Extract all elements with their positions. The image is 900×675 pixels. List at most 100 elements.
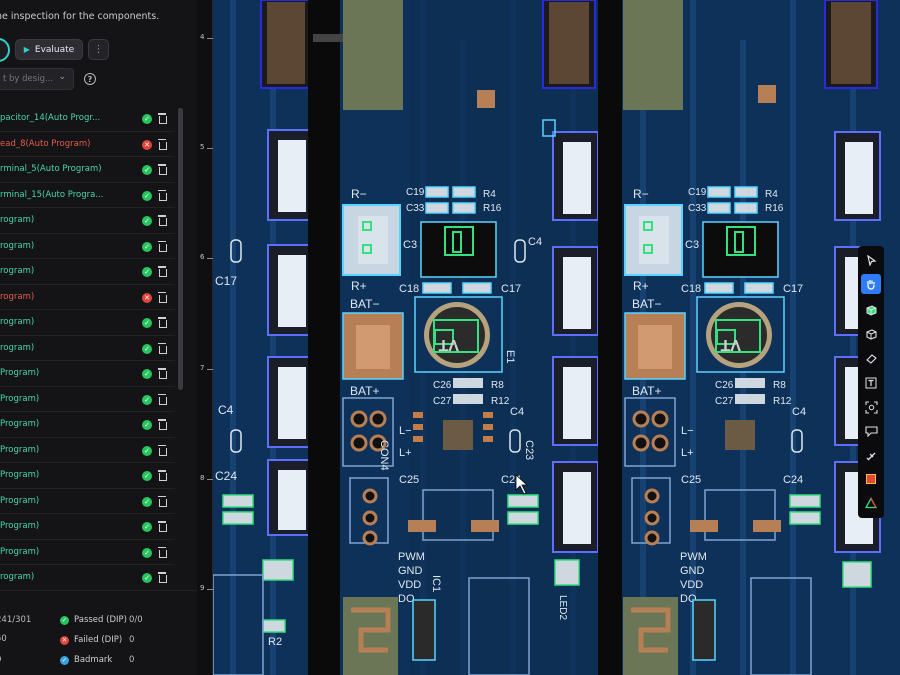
trash-icon[interactable] — [158, 189, 167, 201]
component-row[interactable]: rogram) ✕ — [0, 285, 175, 310]
component-name: Program) — [0, 521, 40, 532]
trash-icon[interactable] — [158, 419, 167, 430]
list-scrollbar[interactable] — [178, 108, 183, 390]
eraser-icon[interactable] — [861, 348, 881, 368]
pass-icon: ✓ — [142, 547, 152, 558]
svg-text:C33: C33 — [406, 203, 425, 214]
svg-text:C26: C26 — [715, 380, 734, 391]
svg-text:BAT−: BAT− — [632, 297, 661, 311]
component-name: Program) — [0, 444, 40, 455]
component-row[interactable]: Program) ✓ — [0, 361, 175, 387]
trash-icon[interactable] — [158, 444, 167, 456]
triangle-icon[interactable] — [861, 493, 881, 513]
component-name: rogram) — [0, 291, 35, 302]
trash-icon[interactable] — [158, 546, 167, 558]
run-toggle-button[interactable] — [0, 38, 10, 62]
text-icon[interactable] — [861, 373, 881, 393]
pcb-canvas[interactable]: C17 C24 C4 R2 R− R+ BAT− BAT+ C3 C19 C33… — [213, 0, 900, 675]
svg-text:IC1: IC1 — [430, 575, 442, 592]
component-row[interactable]: ead_8(Auto Program) ✕ — [0, 132, 175, 157]
component-row[interactable]: Program) ✓ — [0, 412, 175, 438]
pass-icon: ✓ — [142, 496, 152, 507]
pass-icon: ✓ — [142, 369, 152, 379]
trash-icon[interactable] — [158, 266, 167, 277]
component-name: rogram) — [0, 342, 35, 353]
cursor-icon[interactable] — [861, 250, 881, 270]
chevron-down-icon: ⌄ — [58, 72, 66, 82]
component-row[interactable]: rogram) ✓ — [0, 208, 175, 234]
more-options-button[interactable]: ⋮ — [88, 39, 109, 60]
trash-icon[interactable] — [158, 138, 167, 150]
component-name: rogram) — [0, 266, 35, 277]
trash-icon[interactable] — [158, 495, 167, 507]
ruler-tick-label: 7 — [200, 364, 205, 372]
component-row[interactable]: rogram) ✓ — [0, 565, 175, 591]
component-row[interactable]: rminal_15(Auto Progra... ✓ — [0, 183, 175, 208]
trash-icon[interactable] — [158, 342, 167, 354]
evaluate-button[interactable]: ▶ Evaluate — [15, 39, 83, 60]
trash-icon[interactable] — [158, 164, 167, 175]
svg-text:C23: C23 — [523, 440, 535, 460]
sort-select[interactable]: t by desig... ⌄ — [0, 68, 74, 90]
component-name: rminal_5(Auto Program) — [0, 164, 102, 175]
component-row[interactable]: Program) ✓ — [0, 489, 175, 514]
vertical-ruler: 4 5 6 7 8 9 — [197, 0, 213, 675]
trash-icon[interactable] — [158, 572, 167, 583]
more-icon: ⋮ — [93, 44, 104, 55]
trash-icon[interactable] — [158, 521, 167, 532]
box3d-icon[interactable] — [861, 300, 881, 320]
pass-icon: ✓ — [142, 420, 152, 430]
component-row[interactable]: rogram) ✓ — [0, 234, 175, 259]
svg-text:GND: GND — [398, 565, 423, 577]
hand-icon[interactable] — [861, 274, 881, 294]
svg-text:PWM: PWM — [680, 551, 707, 563]
panel-subtitle: he inspection for the components. — [0, 11, 160, 22]
svg-text:R12: R12 — [491, 396, 510, 407]
svg-text:R16: R16 — [765, 203, 784, 214]
component-name: Program) — [0, 495, 40, 506]
ruler-tick-label: 6 — [200, 253, 205, 261]
pass-icon: ✓ — [142, 318, 152, 328]
stat-left-2: 50 — [0, 634, 7, 644]
svg-text:VDD: VDD — [680, 579, 703, 591]
component-row[interactable]: rogram) ✓ — [0, 336, 175, 361]
warning-icon[interactable] — [861, 469, 881, 489]
trash-icon[interactable] — [158, 470, 167, 481]
trash-icon[interactable] — [158, 393, 167, 405]
trash-icon[interactable] — [158, 368, 167, 379]
stamp-icon[interactable] — [861, 445, 881, 465]
help-icon[interactable]: ? — [84, 73, 96, 85]
label-bat-plus: BAT+ — [350, 384, 379, 398]
trash-icon[interactable] — [158, 317, 167, 328]
label-r-minus: R− — [351, 187, 367, 201]
svg-text:C4: C4 — [528, 236, 542, 248]
component-row[interactable]: Program) ✓ — [0, 540, 175, 565]
trash-icon[interactable] — [158, 291, 167, 303]
component-name: rogram) — [0, 572, 35, 583]
component-row[interactable]: Program) ✓ — [0, 438, 175, 463]
stat-left-3: 0 — [0, 655, 1, 665]
svg-text:C18: C18 — [681, 283, 701, 295]
svg-text:R−: R− — [633, 187, 649, 201]
pass-icon: ✓ — [142, 471, 152, 481]
pass-icon: ✓ — [142, 114, 152, 124]
box-icon[interactable] — [861, 324, 881, 344]
comment-icon[interactable] — [861, 421, 881, 441]
crosshair-icon[interactable] — [861, 397, 881, 417]
component-row[interactable]: Program) ✓ — [0, 463, 175, 489]
component-row[interactable]: rogram) ✓ — [0, 310, 175, 336]
pass-icon: ✓ — [142, 190, 152, 201]
svg-text:R16: R16 — [483, 203, 502, 214]
component-row[interactable]: pacitor_14(Auto Progr... ✓ — [0, 106, 175, 132]
svg-text:C17: C17 — [501, 283, 521, 295]
passed-dip-label: Passed (DIP) — [74, 615, 127, 625]
component-row[interactable]: Program) ✓ — [0, 514, 175, 540]
component-row[interactable]: rogram) ✓ — [0, 259, 175, 285]
svg-text:C33: C33 — [688, 203, 707, 214]
trash-icon[interactable] — [158, 113, 167, 124]
component-row[interactable]: Program) ✓ — [0, 387, 175, 412]
trash-icon[interactable] — [158, 215, 167, 226]
pcb-image[interactable]: C17 C24 C4 R2 R− R+ BAT− BAT+ C3 C19 C33… — [213, 0, 900, 675]
trash-icon[interactable] — [158, 240, 167, 252]
component-row[interactable]: rminal_5(Auto Program) ✓ — [0, 157, 175, 183]
